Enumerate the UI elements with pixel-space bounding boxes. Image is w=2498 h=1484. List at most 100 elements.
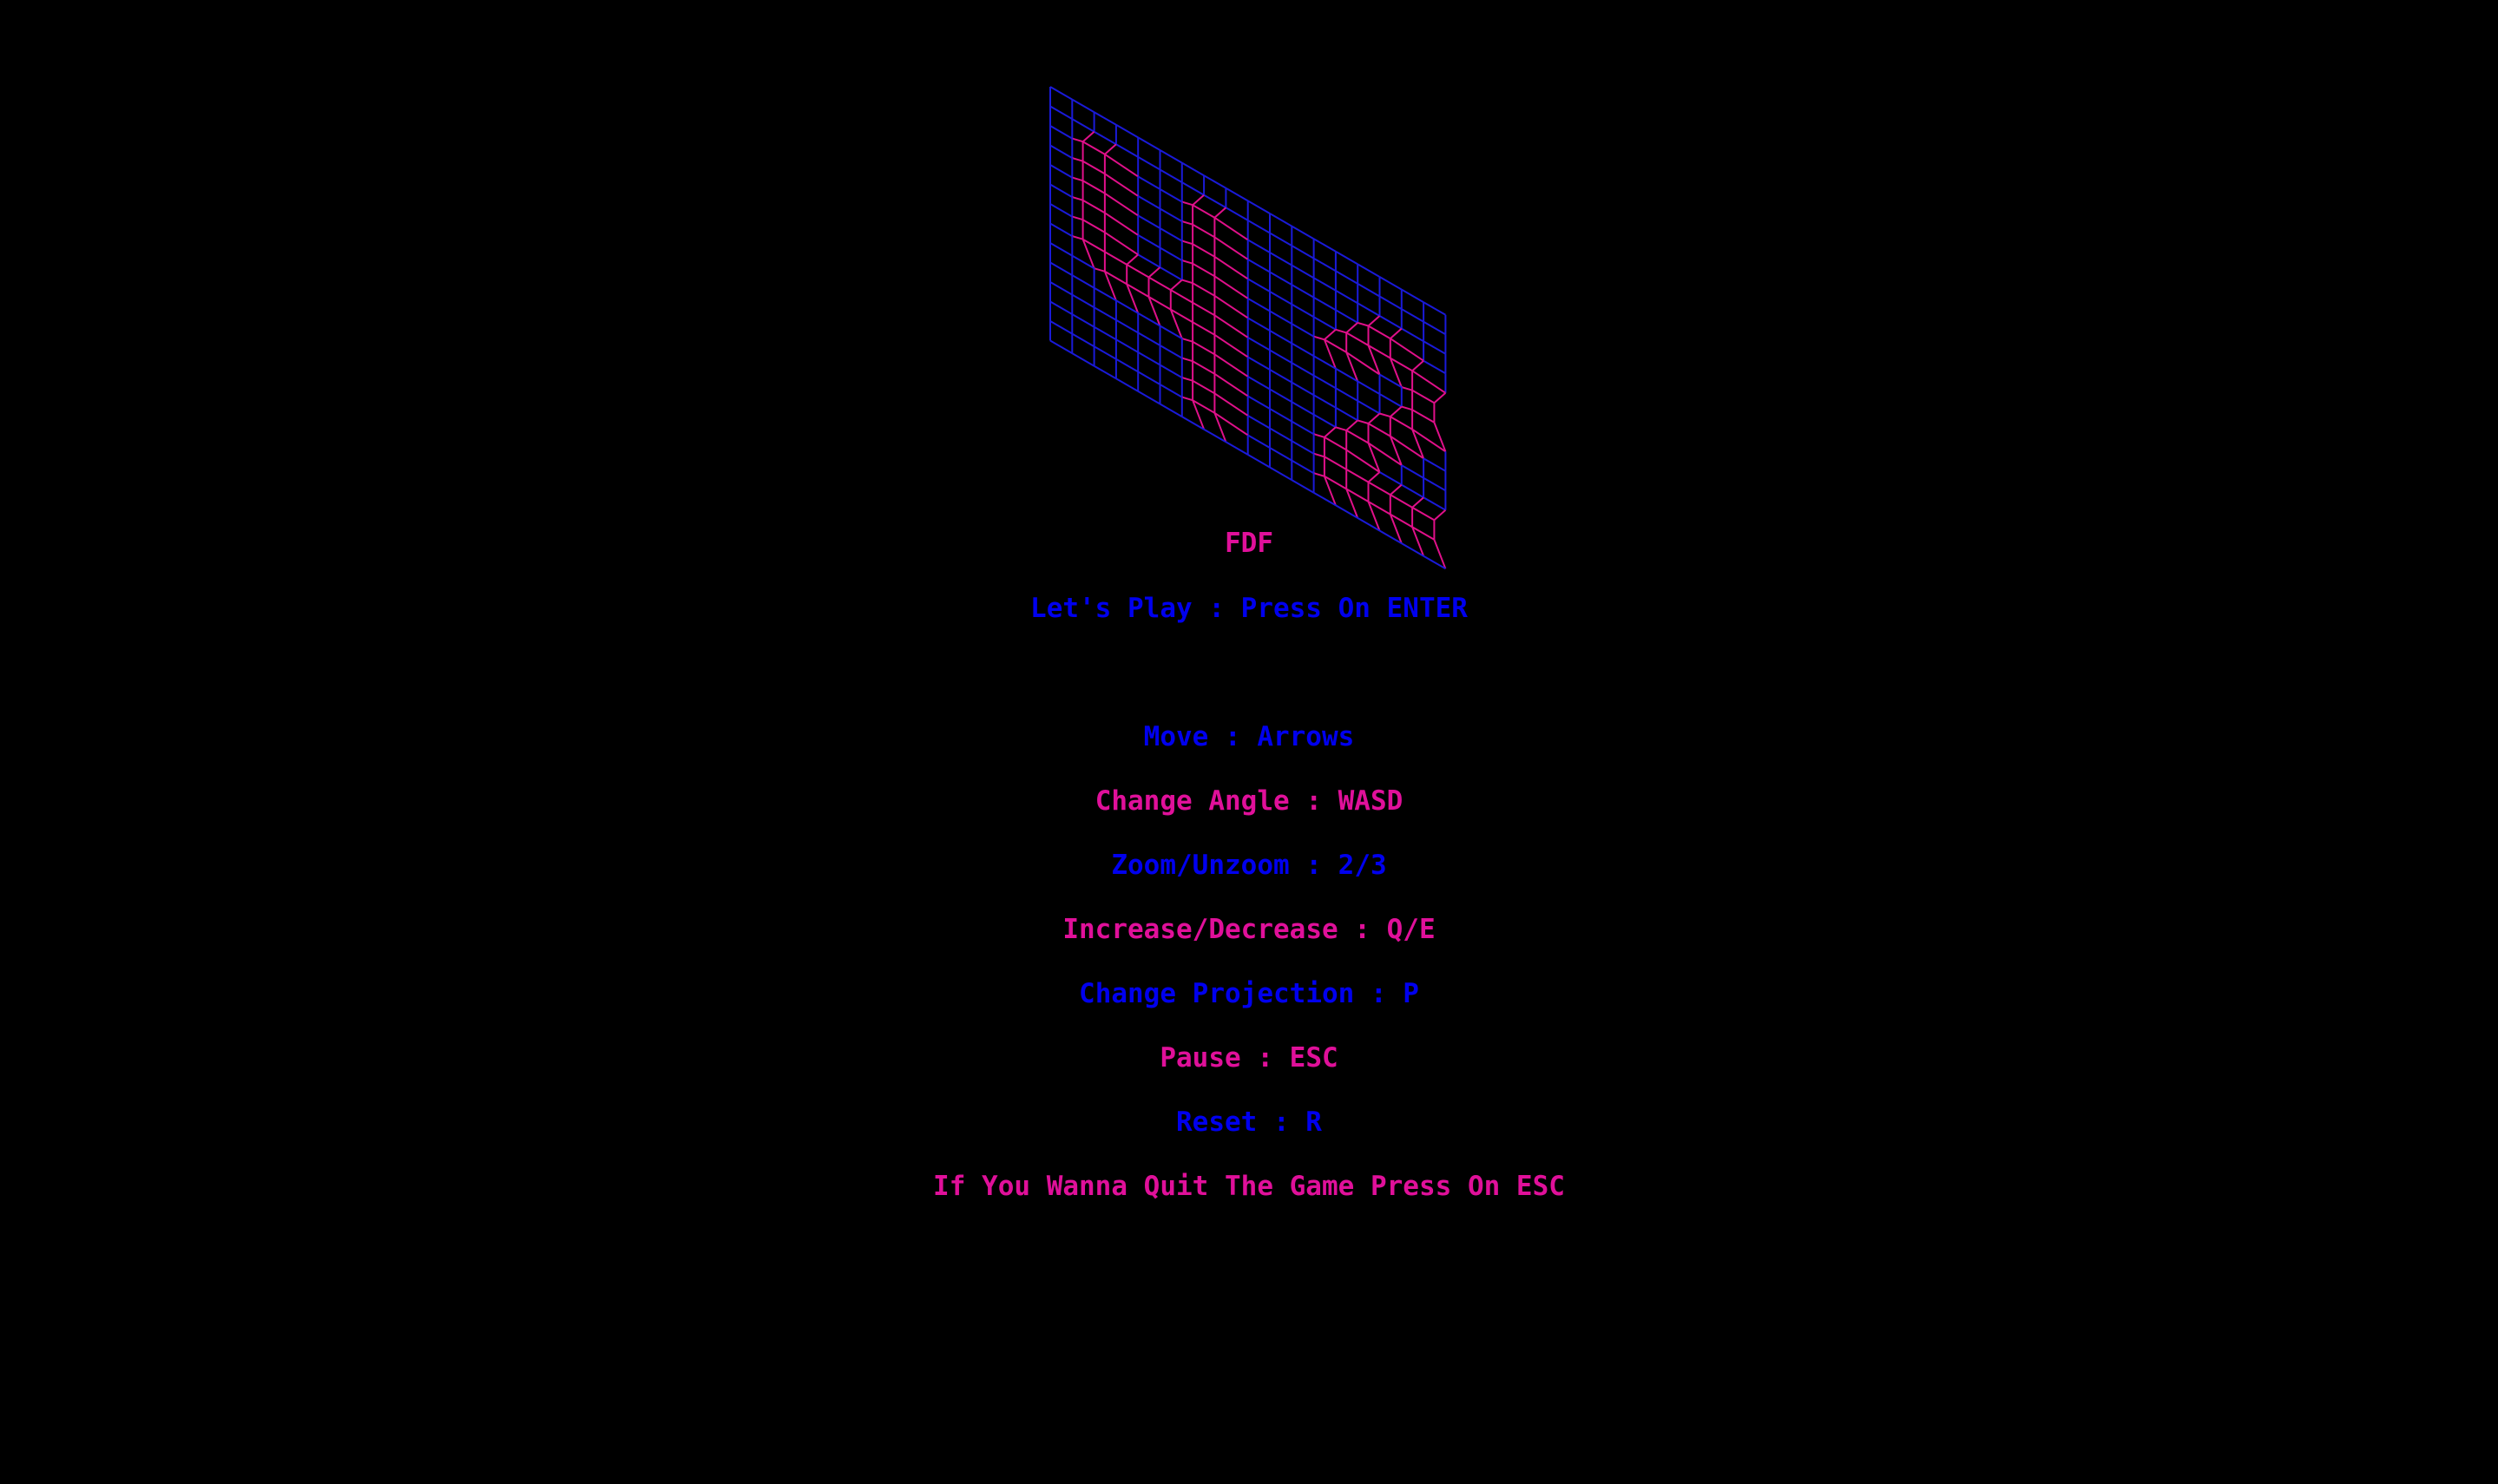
wireframe-edge — [1247, 220, 1271, 234]
wireframe-edge — [1049, 242, 1073, 257]
wireframe-edge — [1071, 98, 1095, 114]
wireframe-edge — [1390, 416, 1413, 430]
wireframe-edge — [1082, 199, 1106, 214]
wireframe-edge — [1379, 412, 1391, 418]
wireframe-edge — [1390, 483, 1403, 496]
wireframe-edge — [1192, 204, 1215, 219]
wireframe-edge — [1049, 164, 1073, 179]
wireframe-edge — [1081, 130, 1095, 142]
wireframe-edge — [1160, 207, 1183, 222]
wireframe-edge — [1213, 216, 1249, 241]
wireframe-edge — [1291, 284, 1315, 299]
wireframe-edge — [1160, 345, 1183, 359]
wireframe-edge — [1147, 296, 1161, 326]
wireframe-edge — [1082, 141, 1106, 155]
wireframe-edge — [1291, 245, 1315, 259]
wireframe-edge — [1148, 276, 1172, 291]
wireframe-edge — [1390, 327, 1403, 339]
wireframe-edge — [1115, 318, 1139, 334]
start-prompt: Let's Play : Press On ENTER — [1030, 593, 1468, 624]
wireframe-edge — [1192, 301, 1215, 317]
wireframe-edge — [1104, 192, 1139, 217]
wireframe-edge — [1313, 413, 1337, 429]
wireframe-edge — [1291, 440, 1315, 455]
wireframe-edge — [1323, 476, 1337, 506]
wireframe-edge — [1357, 302, 1380, 317]
wireframe-edge — [1313, 238, 1337, 253]
wireframe-edge — [1081, 239, 1095, 269]
wireframe-edge — [1103, 271, 1117, 301]
wireframe-edge — [1379, 393, 1403, 408]
control-pause: Pause : ESC — [1160, 1042, 1338, 1074]
wireframe-edge — [1181, 161, 1205, 177]
wireframe-edge — [1071, 332, 1095, 348]
game-window[interactable]: FDF Let's Play : Press On ENTER Move : A… — [0, 0, 2498, 1484]
wireframe-edge — [1213, 353, 1249, 378]
wireframe-edge — [1357, 321, 1369, 327]
wireframe-edge — [1137, 253, 1160, 268]
wireframe-edge — [1049, 144, 1073, 159]
wireframe-edge — [1423, 476, 1446, 492]
wireframe-edge — [1247, 278, 1271, 292]
control-reset: Reset : R — [1176, 1106, 1322, 1138]
wireframe-edge — [1170, 279, 1183, 291]
wireframe-edge — [1357, 400, 1380, 415]
wireframe-edge — [1247, 356, 1271, 371]
wireframe-edge — [1423, 301, 1446, 316]
wireframe-edge — [1324, 426, 1337, 438]
wireframe-edge — [1269, 369, 1292, 384]
wireframe-edge — [1181, 338, 1193, 343]
wireframe-edge — [1160, 188, 1183, 203]
wireframe-edge — [1126, 284, 1140, 314]
wireframe-edge — [1390, 494, 1413, 509]
wireframe-edge — [1367, 471, 1381, 483]
wireframe-edge — [1324, 456, 1347, 470]
wireframe-edge — [1291, 225, 1315, 240]
wireframe-edge — [1104, 212, 1139, 236]
wireframe-edge — [1072, 235, 1083, 240]
wireframe-edge — [1269, 232, 1292, 246]
wireframe-edge — [1401, 308, 1424, 323]
wireframe-edge — [1160, 403, 1183, 417]
wireframe-edge — [1115, 378, 1139, 392]
wireframe-edge — [1071, 274, 1095, 289]
wireframe-edge — [1192, 223, 1215, 239]
wireframe-edge — [1345, 322, 1358, 334]
wireframe-edge — [1247, 454, 1271, 469]
wireframe-edge — [1324, 329, 1337, 341]
wireframe-edge — [1335, 309, 1358, 324]
wireframe-edge — [1203, 174, 1226, 189]
wireframe-edge — [1203, 194, 1226, 209]
wireframe-edge — [1291, 420, 1315, 436]
wireframe-edge — [1049, 125, 1073, 140]
wireframe-edge — [1269, 466, 1292, 481]
wireframe-edge — [1049, 86, 1073, 101]
wireframe-edge — [1357, 380, 1380, 395]
wireframe-edge — [1049, 261, 1073, 276]
quit-hint: If You Wanna Quit The Game Press On ESC — [933, 1171, 1565, 1202]
wireframe-edge — [1104, 251, 1127, 266]
wireframe-edge — [1401, 405, 1413, 411]
wireframe-edge — [1335, 250, 1358, 266]
wireframe-edge — [1357, 283, 1380, 298]
wireframe-edge — [1247, 317, 1271, 332]
wireframe-edge — [1071, 118, 1095, 133]
wireframe-edge — [1335, 406, 1358, 422]
wireframe-edge — [1137, 175, 1160, 190]
wireframe-edge — [1181, 279, 1193, 285]
wireframe-edge — [1291, 479, 1315, 494]
wireframe-edge — [1367, 412, 1381, 424]
wireframe-edge — [1269, 310, 1292, 325]
wireframe-edge — [1335, 387, 1358, 402]
wireframe-edge — [1411, 389, 1435, 404]
wireframe-edge — [1401, 386, 1413, 391]
wireframe-edge — [1104, 231, 1139, 256]
wireframe-edge — [1379, 315, 1403, 330]
wireframe-edge — [1291, 362, 1315, 377]
wireframe-edge — [1213, 314, 1249, 338]
wireframe-edge — [1115, 358, 1139, 373]
wireframe-edge — [1160, 149, 1183, 164]
wireframe-edge — [1049, 300, 1073, 315]
wireframe-edge — [1071, 352, 1095, 367]
wireframe-edge — [1401, 327, 1424, 343]
